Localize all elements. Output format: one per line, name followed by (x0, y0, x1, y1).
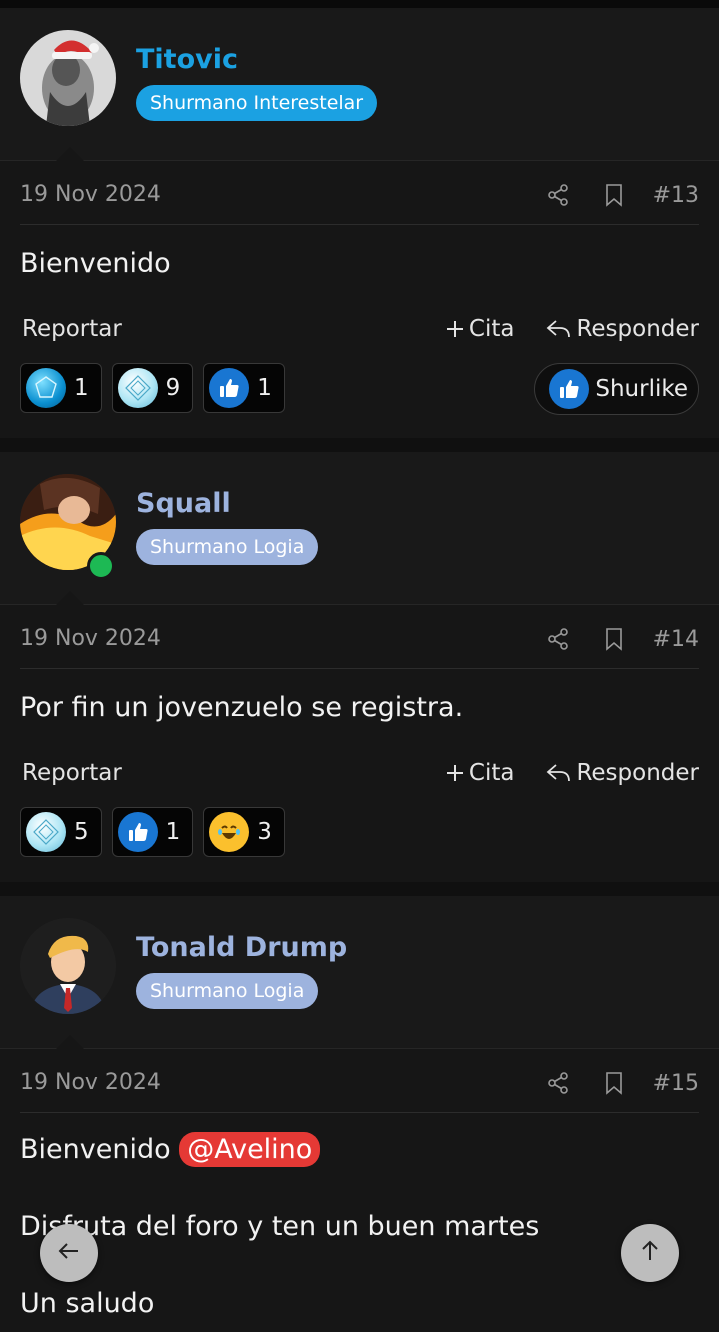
reply-button[interactable]: Responder (546, 760, 699, 786)
report-link[interactable]: Reportar (22, 760, 122, 786)
reaction-diamond[interactable]: 5 (20, 807, 102, 857)
post-body: Bienvenido (20, 248, 699, 279)
user-title-badge: Shurmano Interestelar (136, 85, 378, 121)
thumbs-up-icon (549, 369, 590, 409)
reply-label: Responder (576, 760, 699, 786)
post-text: Por fin un jovenzuelo se registra. (20, 692, 464, 723)
reaction-count: 5 (74, 819, 89, 845)
thumbs-up-icon (117, 812, 158, 852)
diamond-icon (26, 812, 66, 852)
post-meta: 19 Nov 2024 #13 (20, 162, 699, 225)
username[interactable]: Squall (136, 488, 231, 519)
shurlike-button[interactable]: Shurlike (534, 363, 699, 415)
post-meta: 19 Nov 2024 #14 (20, 606, 699, 669)
username[interactable]: Titovic (136, 44, 238, 75)
diamond-icon (117, 368, 158, 408)
post-date[interactable]: 19 Nov 2024 (20, 182, 161, 207)
post-meta: 19 Nov 2024 #15 (20, 1050, 699, 1113)
reply-label: Responder (576, 316, 699, 342)
reaction-count: 1 (257, 375, 272, 401)
post-author-header: Titovic Shurmano Interestelar (0, 8, 719, 161)
sapphire-icon (26, 368, 66, 408)
post: Titovic Shurmano Interestelar 19 Nov 202… (0, 8, 719, 438)
post-body: Bienvenido @Avelino Disfruta del foro y … (20, 1132, 699, 1319)
quote-label: Cita (468, 760, 515, 786)
header-pointer (56, 591, 84, 605)
reaction-laughing[interactable]: 3 (203, 807, 285, 857)
reaction-count: 1 (74, 375, 89, 401)
reaction-thumbs-up[interactable]: 1 (111, 807, 194, 857)
bookmark-icon[interactable] (599, 180, 629, 210)
post-number[interactable]: #13 (653, 183, 699, 208)
reaction-thumbs-up[interactable]: 1 (203, 363, 285, 413)
post: Tonald Drump Shurmano Logia 19 Nov 2024 … (0, 896, 719, 1332)
bookmark-icon[interactable] (599, 1068, 629, 1098)
post-body: Por fin un jovenzuelo se registra. (20, 692, 699, 723)
reaction-count: 3 (257, 819, 272, 845)
reaction-diamond[interactable]: 9 (111, 363, 194, 413)
post-date[interactable]: 19 Nov 2024 (20, 1070, 161, 1095)
reactions-bar: 5 1 3 (20, 807, 295, 857)
share-icon[interactable] (543, 624, 573, 654)
status-bar (0, 0, 719, 8)
shurlike-label: Shurlike (595, 376, 688, 402)
header-pointer (56, 147, 84, 161)
post-actions: Reportar Cita Responder (22, 316, 699, 352)
quote-label: Cita (468, 316, 515, 342)
avatar[interactable] (20, 918, 116, 1014)
quote-button[interactable]: Cita (445, 316, 515, 342)
post-author-header: Squall Shurmano Logia (0, 452, 719, 605)
post-text: Bienvenido (20, 248, 171, 279)
arrow-up-icon (637, 1238, 663, 1268)
post-actions: Reportar Cita Responder (22, 760, 699, 796)
reaction-sapphire[interactable]: 1 (20, 363, 102, 413)
post-number[interactable]: #15 (653, 1071, 699, 1096)
reactions-bar: 1 9 1 (20, 363, 295, 413)
arrow-left-icon (56, 1238, 82, 1268)
thumbs-up-icon (209, 368, 250, 408)
post-text-line: Un saludo (20, 1288, 155, 1319)
online-status-icon (87, 552, 115, 580)
back-button[interactable] (40, 1224, 98, 1282)
share-icon[interactable] (543, 180, 573, 210)
greeting-text: Bienvenido (20, 1134, 171, 1165)
username[interactable]: Tonald Drump (136, 932, 347, 963)
reply-button[interactable]: Responder (546, 316, 699, 342)
post-date[interactable]: 19 Nov 2024 (20, 626, 161, 651)
post-number[interactable]: #14 (653, 627, 699, 652)
header-pointer (56, 1035, 84, 1049)
user-title-badge: Shurmano Logia (136, 973, 319, 1009)
user-title-badge: Shurmano Logia (136, 529, 319, 565)
avatar[interactable] (20, 30, 116, 126)
post-author-header: Tonald Drump Shurmano Logia (0, 896, 719, 1049)
reaction-count: 9 (165, 375, 181, 401)
quote-button[interactable]: Cita (445, 760, 515, 786)
reaction-count: 1 (165, 819, 181, 845)
laughing-icon (209, 812, 250, 852)
post-text-line: Disfruta del foro y ten un buen martes (20, 1211, 540, 1242)
share-icon[interactable] (543, 1068, 573, 1098)
scroll-top-button[interactable] (621, 1224, 679, 1282)
report-link[interactable]: Reportar (22, 316, 122, 342)
user-mention[interactable]: @Avelino (179, 1132, 321, 1167)
post: Squall Shurmano Logia 19 Nov 2024 #14 Po… (0, 452, 719, 882)
bookmark-icon[interactable] (599, 624, 629, 654)
post-text-line: Bienvenido @Avelino (20, 1132, 699, 1167)
